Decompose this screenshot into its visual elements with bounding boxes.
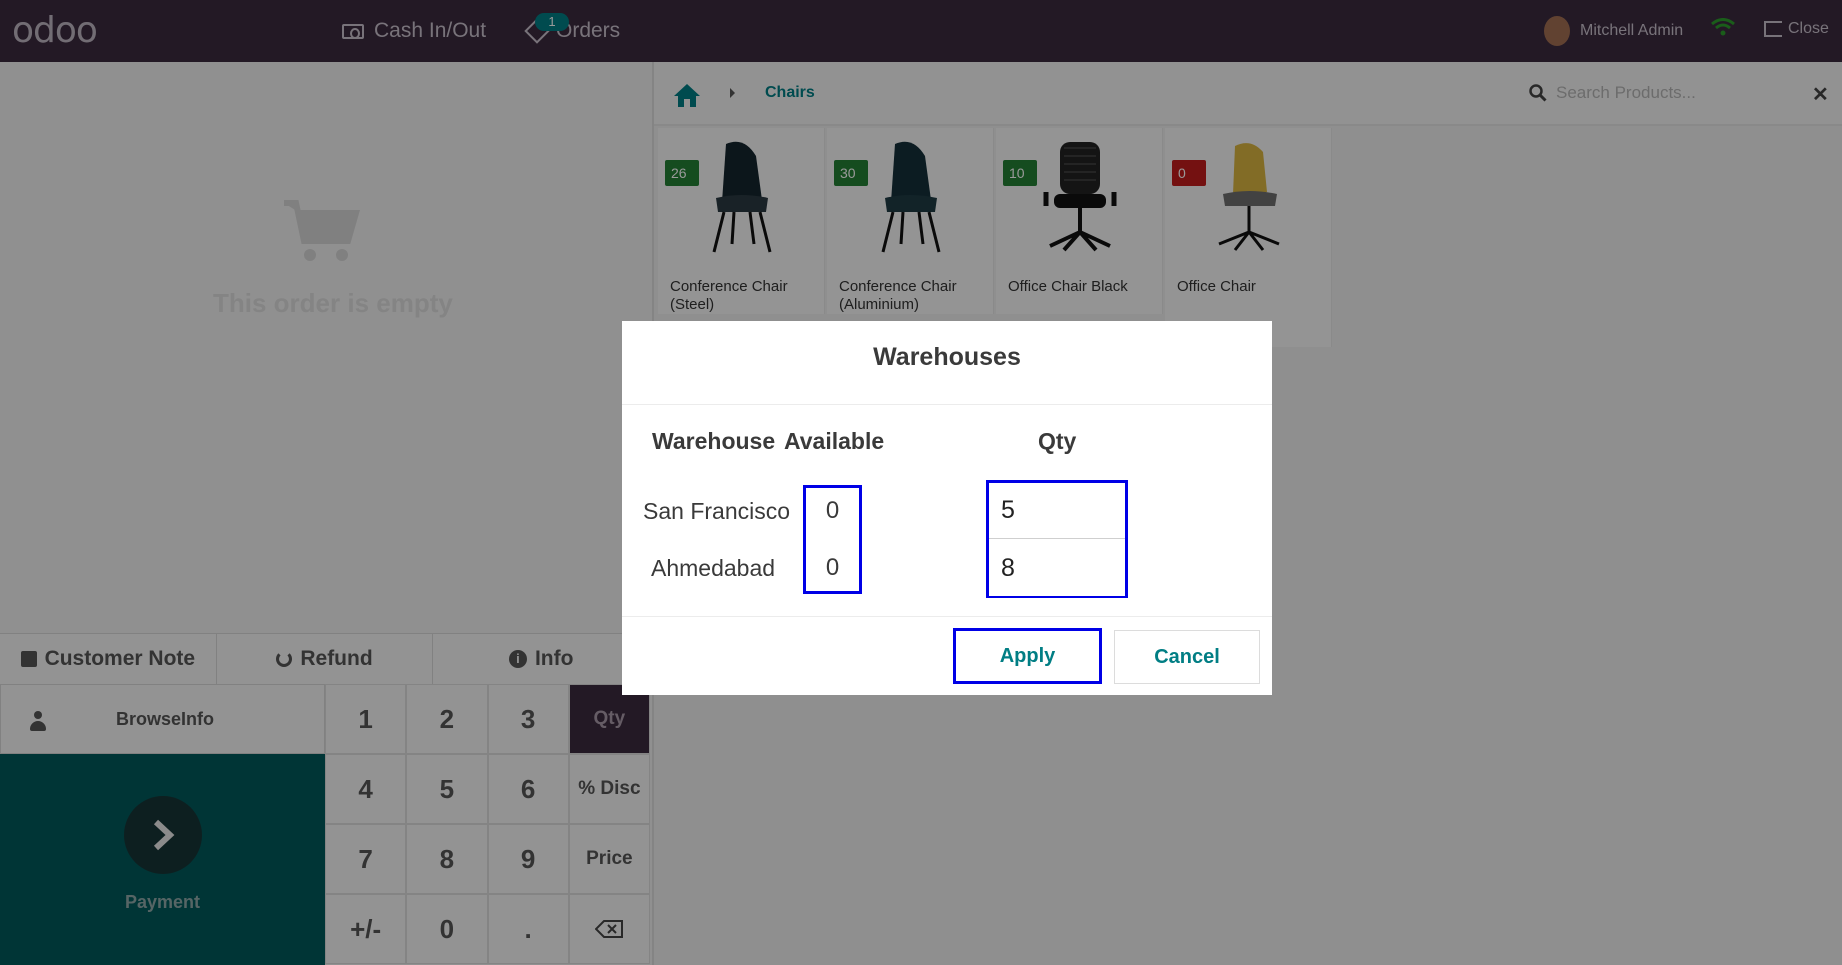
warehouses-dialog: Warehouses Warehouse Available Qty San F… <box>622 321 1272 695</box>
cancel-button[interactable]: Cancel <box>1114 630 1260 684</box>
available-qty: 0 <box>825 554 840 581</box>
apply-button[interactable]: Apply <box>953 628 1102 684</box>
column-header-warehouse: Warehouse <box>652 428 776 454</box>
qty-input-ahmedabad[interactable] <box>989 540 1125 596</box>
divider <box>622 404 1272 405</box>
warehouse-name: San Francisco <box>643 498 791 524</box>
qty-input-san-francisco[interactable] <box>989 483 1125 539</box>
qty-column <box>986 480 1128 598</box>
column-header-available: Available <box>784 428 885 454</box>
available-qty: 0 <box>825 497 840 524</box>
divider <box>622 616 1272 617</box>
warehouse-name: Ahmedabad <box>651 555 776 581</box>
available-column: 0 0 <box>803 485 862 594</box>
column-header-qty: Qty <box>1038 428 1077 454</box>
dialog-title: Warehouses <box>873 343 1021 371</box>
